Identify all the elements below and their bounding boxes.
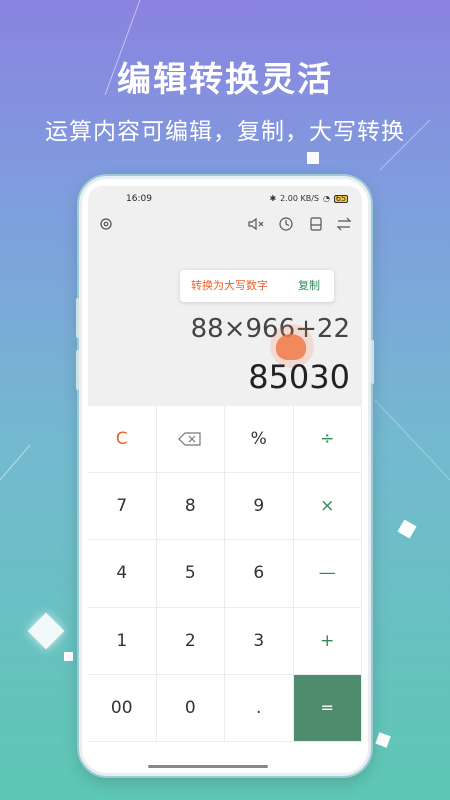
convert-uppercase-button[interactable]: 转换为大写数字 (191, 270, 268, 302)
promo-subline: 运算内容可编辑，复制，大写转换 (45, 119, 405, 145)
home-indicator[interactable] (148, 765, 268, 768)
key-3[interactable]: 3 (225, 607, 294, 675)
wifi-icon: ◔ (323, 194, 330, 203)
calculator-toolbar (88, 216, 362, 240)
gear-icon[interactable] (96, 216, 116, 236)
key-plus[interactable]: + (293, 607, 362, 675)
key-percent[interactable]: % (225, 406, 294, 474)
key-2[interactable]: 2 (156, 607, 225, 675)
key-8[interactable]: 8 (156, 473, 225, 541)
edit-popup-menu: 转换为大写数字 复制 (180, 270, 334, 302)
key-1[interactable]: 1 (88, 607, 157, 675)
key-multiply[interactable]: × (293, 473, 362, 541)
phone-volume-up (76, 298, 79, 338)
key-7[interactable]: 7 (88, 473, 157, 541)
key-5[interactable]: 5 (156, 540, 225, 608)
status-time: 16:09 (126, 194, 152, 204)
key-decimal[interactable]: . (225, 674, 294, 742)
phone-power-button (371, 340, 374, 384)
key-clear[interactable]: C (88, 406, 157, 474)
network-speed: 2.00 KB/S (280, 194, 320, 203)
keypad: C % ÷ 7 8 9 × 4 5 6 — 1 2 3 + 00 0 . = (88, 406, 362, 742)
key-0[interactable]: 0 (156, 674, 225, 742)
status-icons: ✱ 2.00 KB/S ◔ 65 (269, 194, 348, 203)
backspace-icon (178, 432, 201, 446)
mute-icon[interactable] (246, 216, 266, 236)
status-bar: 16:09 ✱ 2.00 KB/S ◔ 65 (88, 194, 362, 208)
phone-volume-down (76, 350, 79, 390)
swap-icon[interactable] (334, 216, 354, 236)
key-divide[interactable]: ÷ (293, 406, 362, 474)
battery-icon: 65 (334, 193, 348, 203)
decor-square (64, 652, 73, 661)
key-4[interactable]: 4 (88, 540, 157, 608)
result-display: 85030 (248, 358, 350, 396)
key-6[interactable]: 6 (225, 540, 294, 608)
decor-square (307, 152, 319, 164)
key-backspace[interactable] (156, 406, 225, 474)
copy-button[interactable]: 复制 (298, 270, 320, 302)
bluetooth-icon: ✱ (269, 194, 277, 203)
promo-headline: 编辑转换灵活 (117, 60, 333, 100)
key-equals[interactable]: = (293, 674, 362, 742)
key-00[interactable]: 00 (88, 674, 157, 742)
calculator-screen: 16:09 ✱ 2.00 KB/S ◔ 65 转换为大写数字 复制 88×966… (88, 186, 362, 742)
key-minus[interactable]: — (293, 540, 362, 608)
save-icon[interactable] (306, 216, 326, 236)
hand-pointer-icon (276, 334, 306, 360)
history-icon[interactable] (276, 216, 296, 236)
key-9[interactable]: 9 (225, 473, 294, 541)
